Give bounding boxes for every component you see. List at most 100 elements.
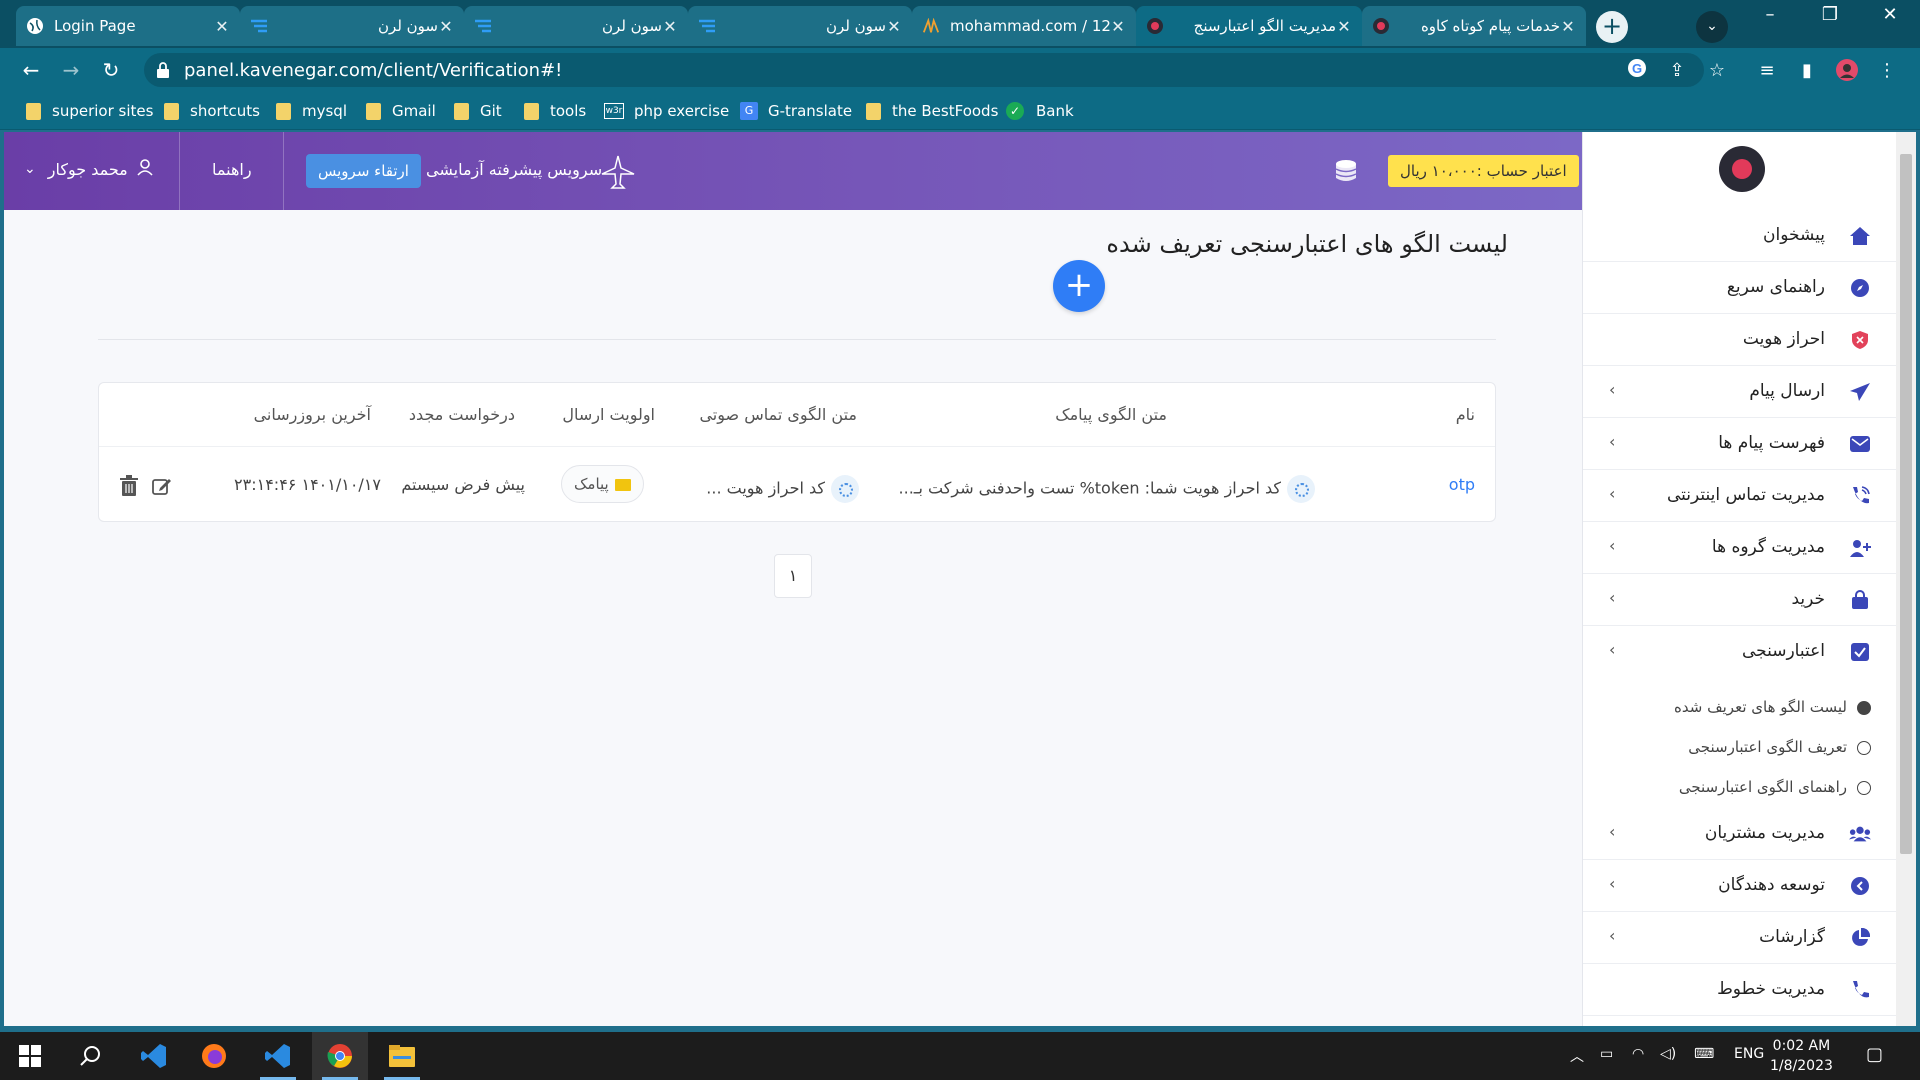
sidebar-item-verification[interactable]: اعتبارسنجی ‹ (1583, 626, 1897, 678)
top-header-bar: ⌄ محمد جوکار راهنما ارتقاء سرویس سرویس پ… (4, 132, 1582, 210)
wifi-icon[interactable]: ◠ (1632, 1046, 1644, 1062)
tray-chevron-up-icon[interactable]: ︿ (1570, 1046, 1584, 1066)
phone-icon (1849, 979, 1871, 1001)
separator (283, 132, 284, 210)
browser-tab[interactable]: سون لرن ✕ (240, 6, 464, 46)
side-panel-icon[interactable]: ▮ (1794, 58, 1820, 84)
close-tab-icon[interactable]: ✕ (1110, 17, 1126, 36)
back-icon[interactable]: ← (16, 55, 46, 85)
close-window-icon[interactable]: ✕ (1860, 0, 1920, 32)
sidebar-item-dashboard[interactable]: پیشخوان (1583, 210, 1897, 262)
sidebar-item-message-list[interactable]: فهرست پیام ها ‹ (1583, 418, 1897, 470)
tab-search-button[interactable]: ⌄ (1696, 11, 1728, 43)
kavenegar-icon (1146, 17, 1164, 35)
check-icon: ✓ (1006, 102, 1024, 120)
close-tab-icon[interactable]: ✕ (214, 17, 230, 36)
close-tab-icon[interactable]: ✕ (662, 17, 678, 36)
chevron-left-icon: ‹ (1609, 640, 1616, 659)
bookmark-item[interactable]: superior sites (26, 100, 153, 122)
sidebar-item-lines[interactable]: مدیریت خطوط (1583, 964, 1897, 1016)
bookmark-item[interactable]: Gmail (366, 100, 436, 122)
reading-list-icon[interactable]: ≡ (1754, 58, 1780, 84)
browser-tab[interactable]: خدمات پیام کوتاه کاوه ✕ (1362, 6, 1586, 46)
new-tab-button[interactable]: + (1596, 11, 1628, 43)
chrome-icon[interactable] (312, 1032, 368, 1080)
bookmark-item[interactable]: ✓ Bank (1006, 100, 1074, 122)
help-link[interactable]: راهنما (212, 160, 252, 179)
volume-icon[interactable]: ◁) (1660, 1046, 1676, 1062)
envelope-icon (614, 478, 631, 491)
sidebar-item-reports[interactable]: گزارشات ‹ (1583, 912, 1897, 964)
page-scrollbar[interactable] (1896, 132, 1916, 1026)
close-tab-icon[interactable]: ✕ (1336, 17, 1352, 36)
chrome-menu-icon[interactable]: ⋮ (1874, 58, 1900, 84)
sidebar-item-identity[interactable]: احراز هویت (1583, 314, 1897, 366)
address-bar[interactable]: panel.kavenegar.com/client/Verification#… (144, 53, 1704, 87)
user-menu[interactable]: ⌄ محمد جوکار (24, 158, 154, 180)
submenu-pattern-list[interactable]: لیست الگو های تعریف شده (1583, 690, 1897, 726)
bookmark-item[interactable]: w3r php exercise (604, 100, 729, 122)
sidebar-item-groups[interactable]: مدیریت گروه ها ‹ (1583, 522, 1897, 574)
pie-chart-icon (1849, 927, 1871, 949)
vscode-icon[interactable] (250, 1032, 306, 1080)
bookmark-item[interactable]: the BestFoods (866, 100, 998, 122)
search-icon[interactable] (62, 1032, 118, 1080)
radio-icon (1857, 741, 1871, 755)
scrollbar-thumb[interactable] (1900, 154, 1912, 854)
minimize-icon[interactable]: – (1740, 0, 1800, 32)
sidebar-item-purchase[interactable]: خرید ‹ (1583, 574, 1897, 626)
pagination-page[interactable]: ۱ (774, 554, 812, 598)
radio-icon (1857, 781, 1871, 795)
browser-tab[interactable]: Login Page ✕ (16, 6, 240, 46)
bookmark-item[interactable]: G G-translate (740, 100, 852, 122)
trash-icon[interactable] (119, 475, 141, 497)
kavenegar-logo (1719, 146, 1765, 192)
close-tab-icon[interactable]: ✕ (886, 17, 902, 36)
share-icon[interactable]: ⇪ (1664, 58, 1690, 84)
submenu-pattern-guide[interactable]: راهنمای الگوی اعتبارسنجی (1583, 770, 1897, 806)
browser-tab-strip: Login Page ✕ سون لرن ✕ سون لرن ✕ سون لرن… (0, 0, 1920, 48)
close-tab-icon[interactable]: ✕ (1560, 17, 1576, 36)
bookmark-item[interactable]: tools (524, 100, 586, 122)
browser-tab[interactable]: mohammad.com / 12 ✕ (912, 6, 1136, 46)
sidebar-item-internet-calls[interactable]: مدیریت تماس اینترنتی ‹ (1583, 470, 1897, 522)
resend-cell: پیش فرض سیستم (401, 475, 525, 494)
notification-icon[interactable]: ▢ (1866, 1044, 1883, 1065)
sidebar-item-developers[interactable]: توسعه دهندگان ‹ (1583, 860, 1897, 912)
edit-icon[interactable] (151, 475, 173, 497)
browser-tab[interactable]: سون لرن ✕ (688, 6, 912, 46)
folder-icon (866, 102, 881, 120)
system-clock[interactable]: 0:02 AM 1/8/2023 (1770, 1036, 1833, 1076)
restore-icon[interactable]: ❐ (1800, 0, 1860, 32)
submenu-define-pattern[interactable]: تعریف الگوی اعتبارسنجی (1583, 730, 1897, 766)
upgrade-service-button[interactable]: ارتقاء سرویس (306, 154, 421, 188)
add-pattern-button[interactable]: + (1053, 260, 1105, 312)
close-tab-icon[interactable]: ✕ (438, 17, 454, 36)
reload-icon[interactable]: ↻ (96, 55, 126, 85)
kavenegar-icon (1372, 17, 1390, 35)
file-explorer-icon[interactable] (374, 1032, 430, 1080)
windows-start-icon[interactable] (2, 1032, 58, 1080)
input-language[interactable]: ENG (1734, 1046, 1764, 1062)
vscode-icon[interactable] (126, 1032, 182, 1080)
updated-cell: ۱۴۰۱/۱۰/۱۷ ۲۳:۱۴:۴۶ (234, 475, 381, 494)
compass-icon (1849, 277, 1871, 299)
bookmark-item[interactable]: shortcuts (164, 100, 260, 122)
sidebar-item-quick-guide[interactable]: راهنمای سریع (1583, 262, 1897, 314)
browser-tab[interactable]: سون لرن ✕ (464, 6, 688, 46)
sevenlearn-icon (250, 17, 268, 35)
sidebar-item-send-message[interactable]: ارسال پیام ‹ (1583, 366, 1897, 418)
tab-title: سون لرن (826, 17, 886, 35)
google-icon[interactable]: G (1624, 58, 1650, 84)
forward-icon[interactable]: → (56, 55, 86, 85)
bookmark-item[interactable]: mysql (276, 100, 347, 122)
keyboard-icon[interactable]: ⌨ (1694, 1046, 1714, 1062)
bookmark-item[interactable]: Git (454, 100, 502, 122)
profile-avatar[interactable] (1834, 58, 1860, 84)
firefox-icon[interactable] (186, 1032, 242, 1080)
pattern-name-link[interactable]: otp (1449, 475, 1475, 494)
battery-icon[interactable]: ▭ (1600, 1046, 1613, 1062)
sidebar-item-customers[interactable]: مدیریت مشتریان ‹ (1583, 808, 1897, 860)
browser-tab-active[interactable]: مدیریت الگو اعتبارسنج ✕ (1136, 6, 1362, 46)
bookmark-star-icon[interactable]: ☆ (1704, 58, 1730, 84)
